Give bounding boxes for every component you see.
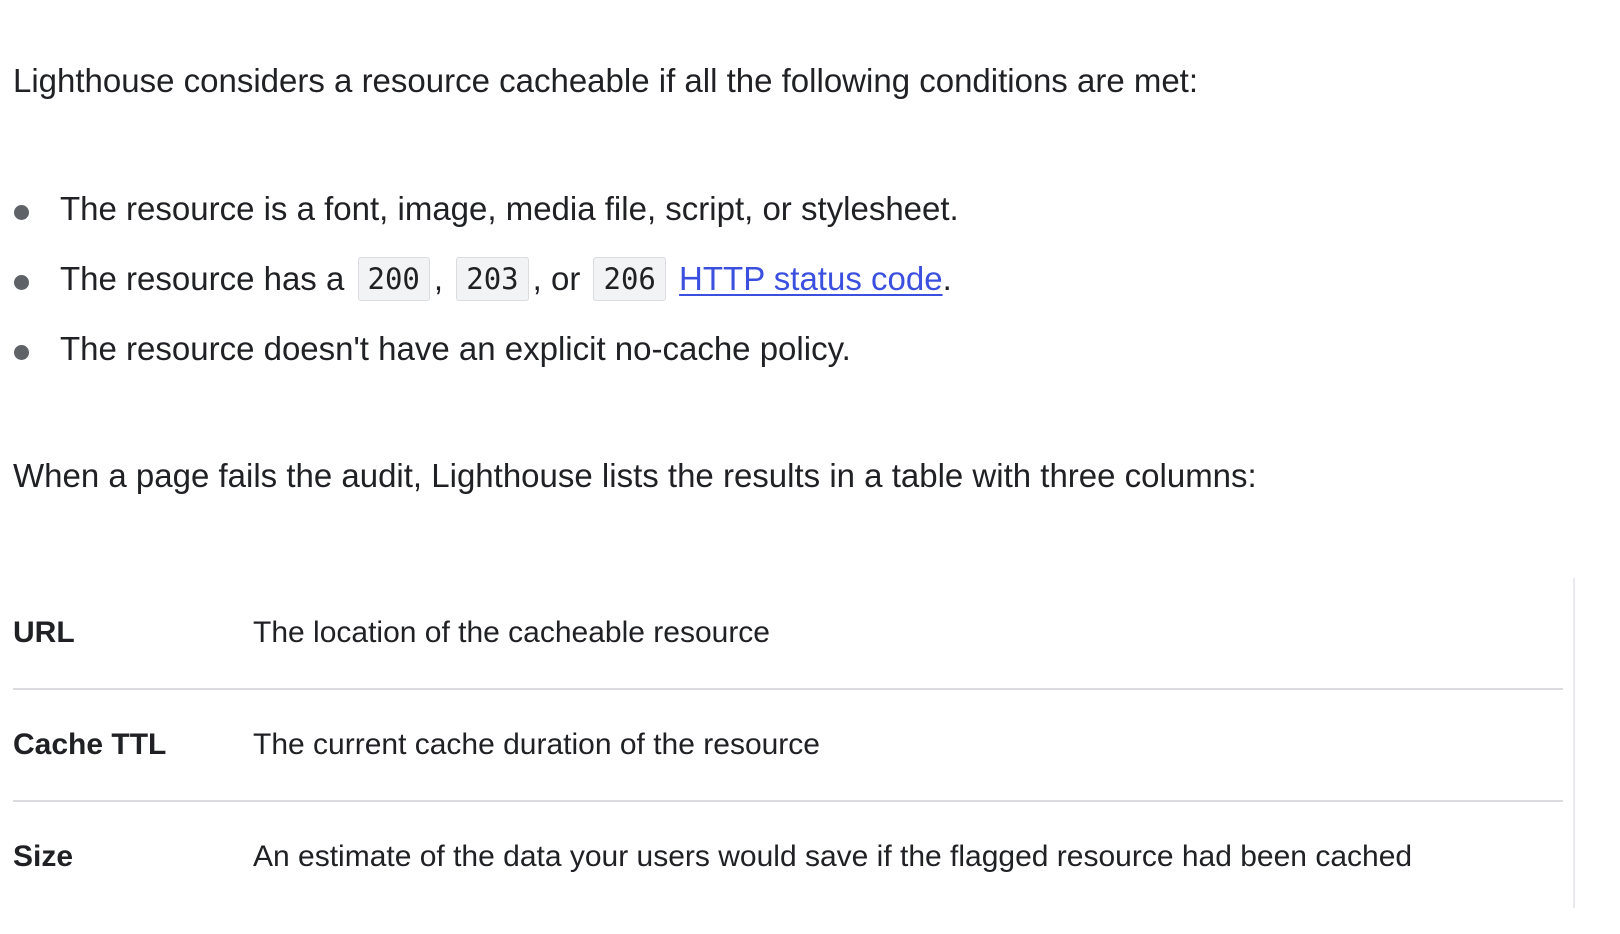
condition-text: The resource doesn't have an explicit no… [60, 330, 851, 367]
status-code-200: 200 [357, 257, 430, 301]
table-row: Cache TTL The current cache duration of … [13, 690, 1563, 802]
bullet-icon [14, 275, 29, 290]
table-row: URL The location of the cacheable resour… [13, 578, 1563, 690]
conditions-list: The resource is a font, image, media fil… [13, 188, 959, 398]
column-description: An estimate of the data your users would… [253, 840, 1413, 873]
list-item: The resource is a font, image, media fil… [13, 188, 959, 258]
column-name: Size [13, 840, 74, 873]
condition-text: The resource is a font, image, media fil… [60, 190, 959, 227]
status-code-203: 203 [456, 257, 529, 301]
separator: , or [532, 260, 581, 297]
status-code-206: 206 [593, 257, 666, 301]
list-item: The resource has a 200, 203, or 206 HTTP… [13, 257, 959, 328]
column-name: URL [13, 616, 75, 649]
list-item: The resource doesn't have an explicit no… [13, 328, 959, 398]
column-description: The current cache duration of the resour… [253, 728, 820, 761]
http-status-code-link[interactable]: HTTP status code [679, 260, 943, 297]
condition-prefix: The resource has a [60, 260, 345, 297]
bullet-icon [14, 205, 29, 220]
condition-suffix: . [942, 260, 952, 297]
table-intro-paragraph: When a page fails the audit, Lighthouse … [13, 457, 1257, 494]
column-name: Cache TTL [13, 728, 167, 761]
column-description: The location of the cacheable resource [253, 616, 770, 649]
table-row: Size An estimate of the data your users … [13, 802, 1563, 912]
bullet-icon [14, 345, 29, 360]
intro-paragraph: Lighthouse considers a resource cacheabl… [13, 62, 1199, 99]
table-edge-divider [1573, 578, 1575, 908]
results-columns-table: URL The location of the cacheable resour… [13, 578, 1563, 912]
separator: , [433, 260, 444, 297]
